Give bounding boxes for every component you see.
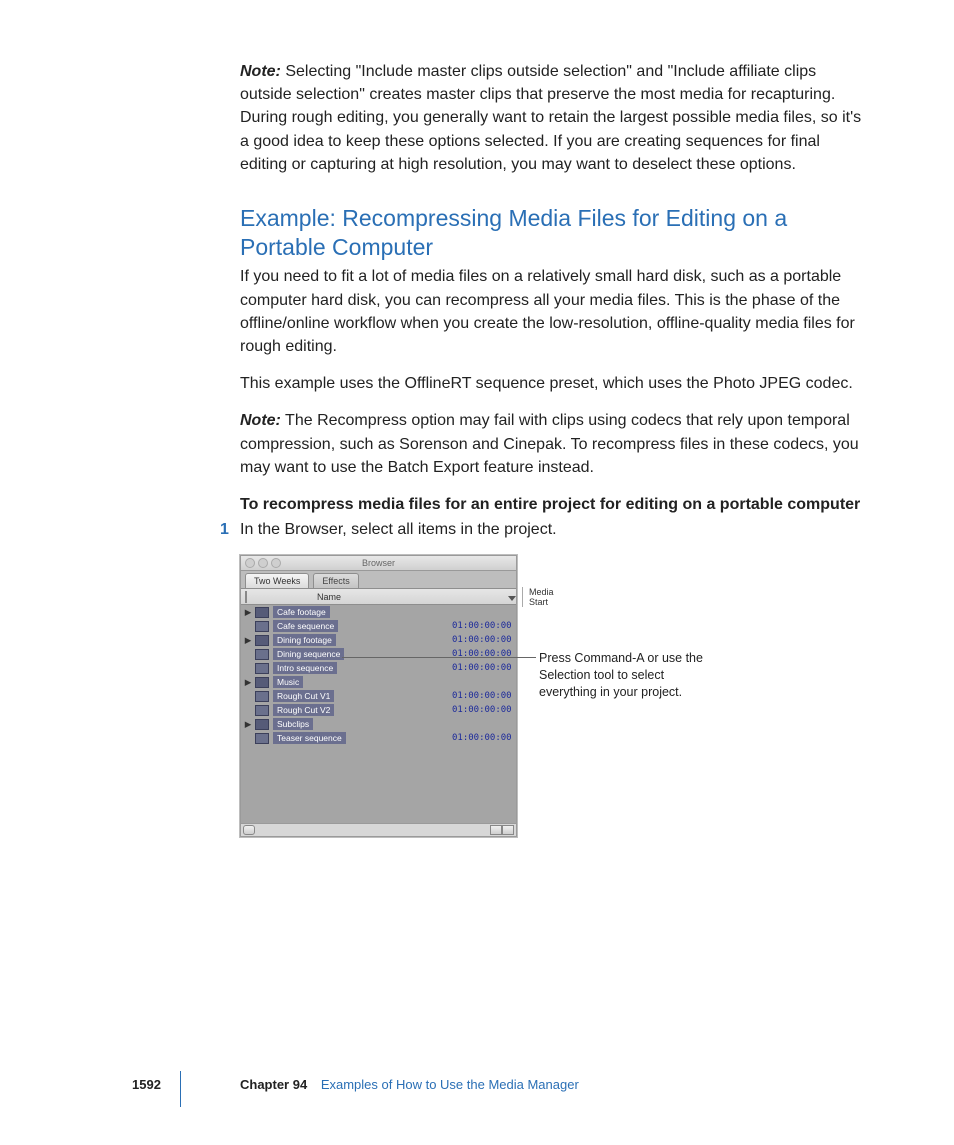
chapter-number: Chapter 94 (240, 1077, 307, 1092)
bin-icon (255, 719, 269, 730)
callout: Press Command-A or use the Selection too… (539, 555, 704, 701)
page: Note: Selecting "Include master clips ou… (0, 0, 954, 1145)
sequence-icon (255, 691, 269, 702)
list-item[interactable]: Dining sequence01:00:00:00 (241, 647, 516, 661)
list-item[interactable]: Teaser sequence 01:00:00:00 (241, 731, 516, 745)
lead-in-text: To recompress media files for an entire … (240, 496, 860, 513)
list-item[interactable]: ▶ Cafe footage (241, 605, 516, 619)
item-label: Teaser sequence (273, 732, 346, 744)
browser-tabs: Two Weeks Effects (241, 571, 516, 589)
media-start-value: 01:00:00:00 (446, 733, 516, 743)
callout-leader-line: Press Command-A or use the Selection too… (539, 650, 704, 701)
list-item[interactable]: ▶ Dining footage 01:00:00:00 (241, 633, 516, 647)
step-1: 1 In the Browser, select all items in th… (240, 518, 864, 541)
browser-body[interactable]: ▶ Cafe footage Cafe sequence 01:00:00:00 ▶… (241, 605, 516, 823)
tab-effects[interactable]: Effects (313, 573, 358, 588)
minimize-icon[interactable] (258, 558, 268, 568)
media-start-value: 01:00:00:00 (446, 663, 516, 673)
column-name[interactable]: Name (247, 592, 522, 602)
browser-window: Browser Two Weeks Effects Name Media Sta… (240, 555, 517, 837)
browser-column-headers: Name Media Start (241, 589, 516, 605)
browser-title: Browser (362, 558, 395, 568)
note-paragraph-2: Note: The Recompress option may fail wit… (240, 409, 864, 479)
chapter-label: Chapter 94 Examples of How to Use the Me… (240, 1077, 579, 1092)
bin-icon (255, 635, 269, 646)
bin-icon (255, 607, 269, 618)
section-heading: Example: Recompressing Media Files for E… (240, 204, 864, 262)
list-item[interactable]: Rough Cut V1 01:00:00:00 (241, 689, 516, 703)
intro-paragraph-1: If you need to fit a lot of media files … (240, 265, 864, 358)
sequence-icon (255, 705, 269, 716)
item-label: Dining sequence (273, 648, 344, 660)
page-footer: 1592 Chapter 94 Examples of How to Use t… (0, 1077, 954, 1097)
step-number: 1 (220, 518, 229, 541)
item-label: Music (273, 676, 303, 688)
note-text-2: The Recompress option may fail with clip… (240, 412, 859, 475)
lead-in: To recompress media files for an entire … (240, 493, 864, 516)
item-label: Cafe footage (273, 606, 330, 618)
list-item[interactable]: Intro sequence 01:00:00:00 (241, 661, 516, 675)
step-text: In the Browser, select all items in the … (240, 521, 557, 538)
sequence-icon (255, 621, 269, 632)
sequence-icon (255, 649, 269, 660)
zoom-icon[interactable] (271, 558, 281, 568)
disclosure-icon[interactable]: ▶ (241, 607, 255, 618)
list-item[interactable]: Rough Cut V2 01:00:00:00 (241, 703, 516, 717)
scroll-right-icon[interactable] (502, 825, 514, 835)
note-label-2: Note: (240, 412, 281, 429)
content-area: Note: Selecting "Include master clips ou… (240, 60, 864, 837)
bin-icon (255, 677, 269, 688)
disclosure-icon[interactable]: ▶ (241, 635, 255, 646)
note-paragraph-1: Note: Selecting "Include master clips ou… (240, 60, 864, 176)
media-start-value: 01:00:00:00 (446, 621, 516, 631)
sequence-icon (255, 663, 269, 674)
close-icon[interactable] (245, 558, 255, 568)
media-start-value: 01:00:00:00 (446, 691, 516, 701)
sort-indicator-icon (508, 596, 516, 601)
intro-paragraph-2: This example uses the OfflineRT sequence… (240, 372, 864, 395)
footer-rule (180, 1071, 181, 1107)
item-label: Cafe sequence (273, 620, 338, 632)
callout-text: Press Command-A or use the Selection too… (539, 650, 704, 701)
item-label: Dining footage (273, 634, 336, 646)
item-label: Intro sequence (273, 662, 337, 674)
scroll-left-icon[interactable] (490, 825, 502, 835)
media-start-value: 01:00:00:00 (446, 635, 516, 645)
sequence-icon (255, 733, 269, 744)
disclosure-icon[interactable]: ▶ (241, 719, 255, 730)
item-label: Rough Cut V1 (273, 690, 334, 702)
item-label: Rough Cut V2 (273, 704, 334, 716)
note-text-1: Selecting "Include master clips outside … (240, 63, 861, 173)
note-label-1: Note: (240, 63, 281, 80)
list-item[interactable]: Cafe sequence 01:00:00:00 (241, 619, 516, 633)
scroll-thumb[interactable] (243, 825, 255, 835)
browser-titlebar: Browser (241, 556, 516, 571)
media-start-value: 01:00:00:00 (446, 705, 516, 715)
horizontal-scrollbar[interactable] (241, 823, 516, 836)
chapter-title: Examples of How to Use the Media Manager (321, 1077, 579, 1092)
tab-two-weeks[interactable]: Two Weeks (245, 573, 309, 588)
disclosure-icon[interactable]: ▶ (241, 677, 255, 688)
list-item[interactable]: ▶ Music (241, 675, 516, 689)
page-number: 1592 (132, 1077, 161, 1092)
column-name-label: Name (317, 592, 341, 602)
screenshot-row: Browser Two Weeks Effects Name Media Sta… (240, 555, 864, 837)
list-item[interactable]: ▶ Subclips (241, 717, 516, 731)
item-label: Subclips (273, 718, 313, 730)
window-controls (245, 558, 281, 568)
